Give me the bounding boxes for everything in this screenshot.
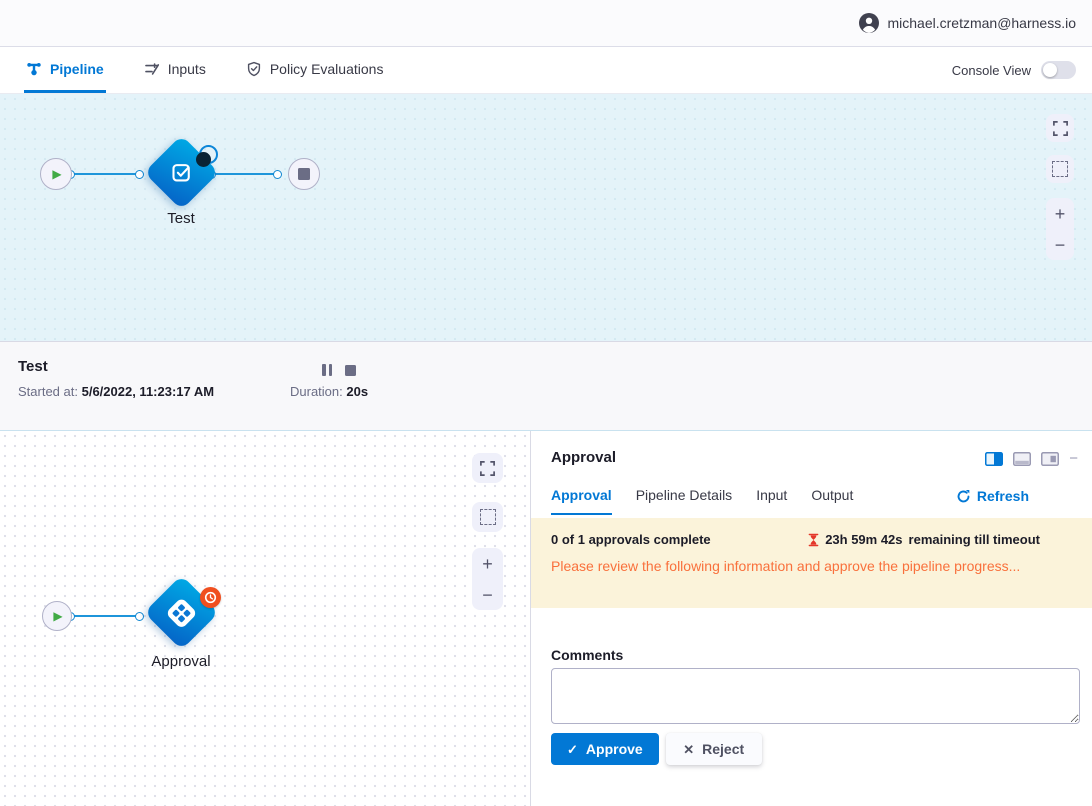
approve-label: Approve — [586, 741, 643, 757]
panel-collapse-button[interactable]: − — [1069, 451, 1078, 466]
panel-tabs: Approval Pipeline Details Input Output — [551, 487, 853, 515]
execution-status-bar: Test Started at: 5/6/2022, 11:23:17 AM D… — [0, 341, 1092, 430]
console-view-label: Console View — [952, 63, 1031, 78]
connector-dot — [135, 170, 144, 179]
console-view-toggle[interactable] — [1041, 61, 1076, 79]
timeout-suffix: remaining till timeout — [909, 532, 1040, 547]
play-icon: ▶ — [53, 610, 62, 622]
edge-start-to-approval — [70, 615, 139, 617]
reject-button[interactable]: ✕ Reject — [666, 733, 762, 765]
zoom-out-button[interactable]: − — [1055, 236, 1066, 254]
panel-tab-approval[interactable]: Approval — [551, 487, 612, 515]
started-at-label: Started at: — [18, 384, 78, 399]
duration-value: 20s — [346, 384, 368, 399]
tab-inputs[interactable]: Inputs — [142, 47, 208, 93]
marquee-icon — [480, 509, 496, 525]
hourglass-icon — [808, 533, 819, 547]
harness-pipeline-execution-screen: michael.cretzman@harness.io Pipeline Inp… — [0, 0, 1092, 806]
panel-tab-output[interactable]: Output — [811, 487, 853, 515]
edge-start-to-test — [70, 173, 139, 175]
refresh-label: Refresh — [977, 488, 1029, 504]
pause-button[interactable] — [322, 364, 332, 376]
reject-label: Reject — [702, 741, 744, 757]
cross-icon: ✕ — [683, 743, 694, 756]
panel-layout-switcher: − — [985, 451, 1078, 466]
panel-tab-input[interactable]: Input — [756, 487, 787, 515]
canvas-zoom-controls: + − — [472, 548, 503, 610]
user-email: michael.cretzman@harness.io — [887, 15, 1076, 31]
layout-bottom-view-icon[interactable] — [1013, 452, 1031, 466]
stage-running-badge — [193, 145, 219, 171]
tab-pipeline[interactable]: Pipeline — [24, 47, 106, 93]
approval-actions: ✓ Approve ✕ Reject — [551, 733, 762, 765]
panel-title: Approval — [551, 449, 616, 466]
approval-wait-banner: 0 of 1 approvals complete 23h 59m 42s re… — [531, 518, 1092, 608]
inputs-icon — [144, 61, 160, 77]
toggle-knob — [1043, 63, 1057, 77]
timeout-remaining: 23h 59m 42s remaining till timeout — [808, 532, 1040, 547]
connector-dot — [273, 170, 282, 179]
pipeline-icon — [26, 61, 42, 77]
canvas-fullscreen-button[interactable] — [472, 453, 503, 483]
top-bar: michael.cretzman@harness.io — [0, 0, 1092, 47]
stage-graph-canvas[interactable]: ▶ Approval — [0, 431, 531, 806]
comments-label: Comments — [551, 647, 623, 663]
tab-policy-evaluations-label: Policy Evaluations — [270, 61, 384, 77]
refresh-button[interactable]: Refresh — [956, 488, 1029, 504]
approval-message: Please review the following information … — [551, 558, 1040, 574]
layout-split-view-icon[interactable] — [985, 452, 1003, 466]
fullscreen-icon — [479, 460, 496, 477]
refresh-icon — [956, 489, 971, 504]
tab-pipeline-label: Pipeline — [50, 61, 104, 77]
approval-details-panel: Approval − Approval Pipeline Deta — [531, 431, 1092, 806]
approve-button[interactable]: ✓ Approve — [551, 733, 659, 765]
tab-inputs-label: Inputs — [168, 61, 206, 77]
canvas-selection-button[interactable] — [472, 502, 503, 532]
started-at-value: 5/6/2022, 11:23:17 AM — [82, 384, 215, 399]
fullscreen-icon — [1052, 120, 1069, 137]
approvals-progress: 0 of 1 approvals complete — [551, 532, 711, 547]
bottom-split: ▶ Approval — [0, 430, 1092, 806]
zoom-in-button[interactable]: + — [1055, 205, 1066, 223]
timeout-value: 23h 59m 42s — [825, 532, 902, 547]
play-icon: ▶ — [52, 168, 61, 180]
zoom-out-button[interactable]: − — [482, 586, 493, 604]
user-menu[interactable]: michael.cretzman@harness.io — [859, 13, 1076, 33]
nav-tab-bar: Pipeline Inputs Policy Evaluations Conso… — [0, 47, 1092, 94]
policy-shield-icon — [246, 61, 262, 77]
clock-icon — [203, 590, 218, 605]
tab-policy-evaluations[interactable]: Policy Evaluations — [244, 47, 386, 93]
canvas-selection-button[interactable] — [1046, 155, 1074, 183]
zoom-in-button[interactable]: + — [482, 555, 493, 573]
pipeline-start-node[interactable]: ▶ — [40, 158, 72, 190]
canvas-fullscreen-button[interactable] — [1046, 114, 1074, 142]
pipeline-end-node[interactable] — [288, 158, 320, 190]
stage-start-node[interactable]: ▶ — [42, 601, 72, 631]
duration: Duration: 20s — [290, 384, 368, 399]
user-avatar-icon — [859, 13, 879, 33]
pipeline-graph-canvas[interactable]: ▶ Test + − — [0, 94, 1092, 341]
stage-label-test: Test — [121, 210, 241, 227]
abort-button[interactable] — [345, 365, 356, 376]
step-label-approval: Approval — [111, 653, 251, 670]
check-icon: ✓ — [567, 743, 578, 756]
panel-tab-pipeline-details[interactable]: Pipeline Details — [636, 487, 733, 515]
stop-icon — [298, 168, 310, 180]
marquee-icon — [1052, 161, 1068, 177]
execution-title: Test — [18, 358, 48, 375]
duration-label: Duration: — [290, 384, 343, 399]
edge-test-to-end — [211, 173, 277, 175]
comments-input[interactable] — [551, 668, 1080, 724]
canvas-zoom-controls: + − — [1046, 198, 1074, 260]
connector-dot — [135, 612, 144, 621]
waiting-clock-badge — [200, 587, 221, 608]
started-at: Started at: 5/6/2022, 11:23:17 AM — [18, 384, 214, 399]
layout-right-view-icon[interactable] — [1041, 452, 1059, 466]
